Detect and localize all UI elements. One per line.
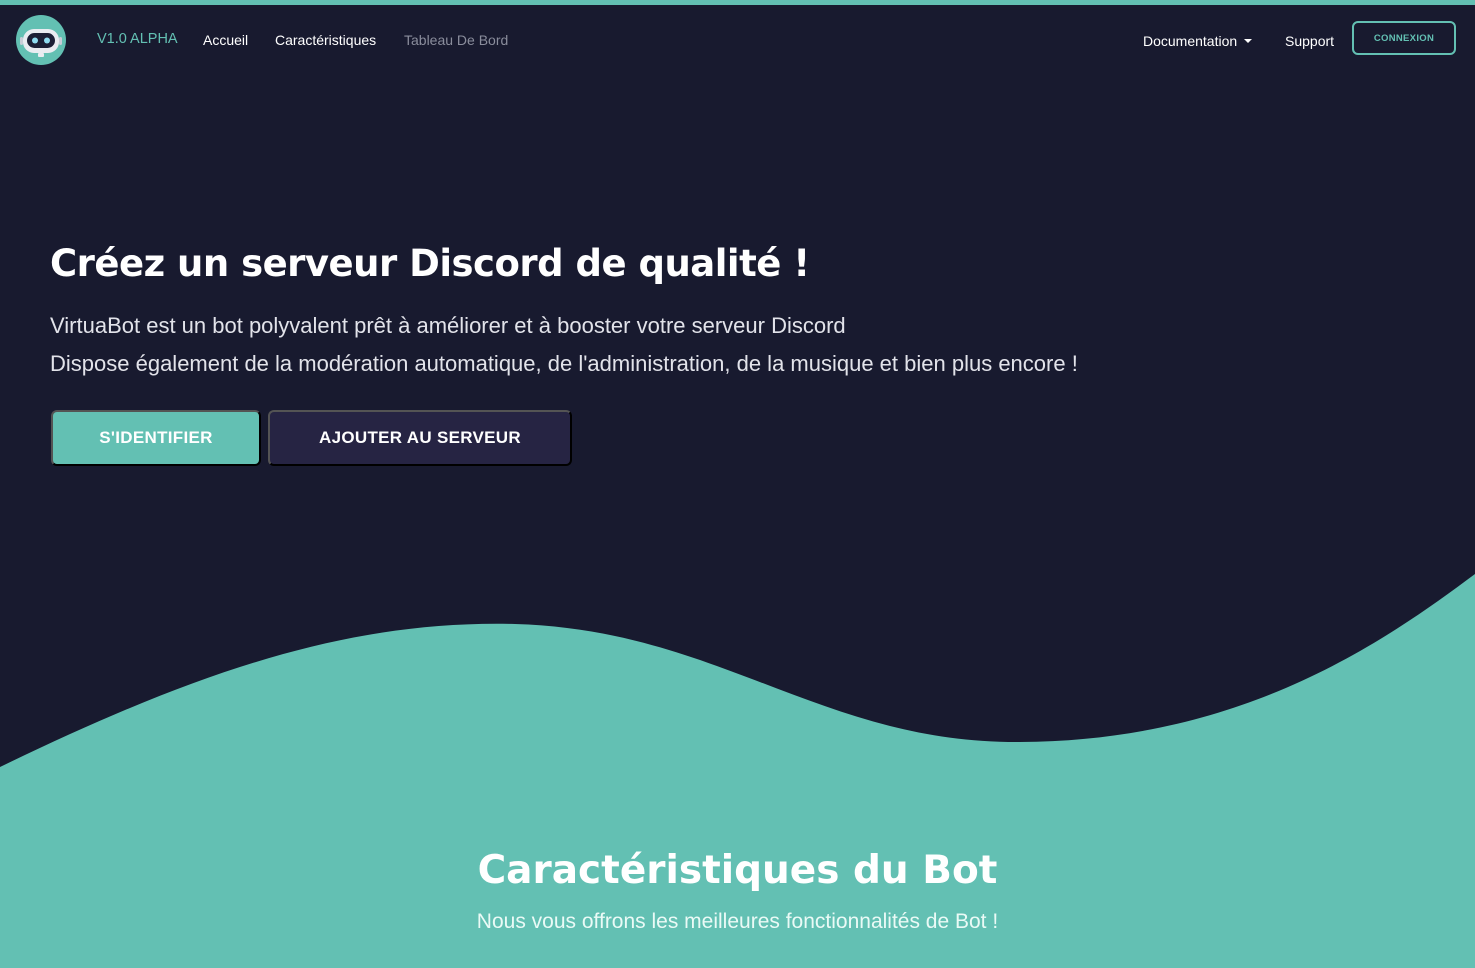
version-link[interactable]: V1.0 ALPHA: [97, 31, 178, 47]
hero-description-line: Dispose également de la modération autom…: [50, 351, 1078, 376]
add-to-server-button[interactable]: AJOUTER AU SERVEUR: [268, 410, 572, 466]
login-button[interactable]: CONNEXION: [1352, 21, 1456, 55]
nav-link-tableau-de-bord[interactable]: Tableau De Bord: [404, 32, 508, 48]
hero-description-line: VirtuaBot est un bot polyvalent prêt à a…: [50, 313, 846, 338]
features-title: Caractéristiques du Bot: [477, 848, 998, 893]
robot-icon[interactable]: [16, 15, 66, 65]
documentation-label: Documentation: [1143, 33, 1238, 49]
nav-link-accueil[interactable]: Accueil: [203, 32, 248, 48]
nav-link-caracteristiques[interactable]: Caractéristiques: [275, 32, 376, 48]
sign-in-button[interactable]: S'IDENTIFIER: [51, 410, 261, 466]
wave-divider: [0, 574, 1475, 968]
navbar: V1.0 ALPHA Accueil Caractéristiques Tabl…: [0, 5, 1475, 75]
hero-title: Créez un serveur Discord de qualité !: [50, 242, 810, 285]
documentation-dropdown[interactable]: Documentation: [1143, 33, 1253, 49]
nav-link-support[interactable]: Support: [1285, 33, 1334, 49]
caret-down-icon: [1244, 39, 1253, 43]
features-subtitle: Nous vous offrons les meilleures fonctio…: [476, 910, 999, 933]
